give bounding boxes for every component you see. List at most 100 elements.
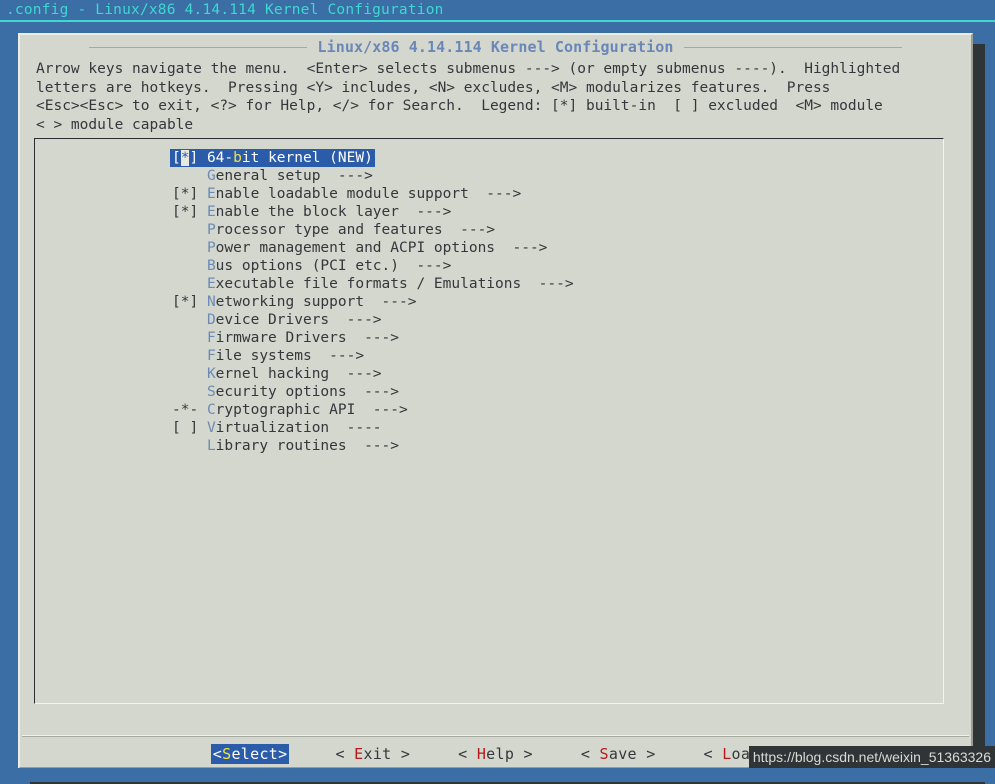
menu-item-gap [198,222,207,238]
menu-item[interactable]: -*- Cryptographic API ---> [170,401,410,419]
menu-line: Processor type and features ---> [170,221,576,239]
menu-item-gap [198,402,207,418]
menu-item[interactable]: Executable file formats / Emulations ---… [170,275,576,293]
button-hotkey: L [722,745,732,763]
menu-item-gap [198,348,207,364]
button-label: xit [363,745,392,763]
menu-item-label-pre: 64- [206,150,234,166]
menu-item[interactable]: Bus options (PCI etc.) ---> [170,257,453,275]
menu-item-gap [198,204,207,220]
menu-line: [*] 64-bit kernel (NEW) [170,149,576,167]
menuconfig-dialog: Linux/x86 4.14.114 Kernel Configuration … [18,33,973,770]
menu-item-marker [172,240,198,256]
title-rule-left [89,46,308,48]
button-hotkey: H [476,745,487,763]
menu-item-marker [172,348,198,364]
menu-item[interactable]: Processor type and features ---> [170,221,497,239]
menu-item-gap [198,384,207,400]
menu-item-marker: [*] [172,186,199,202]
button-label: elp [486,745,515,763]
menu-line: Security options ---> [170,383,576,401]
menu-item[interactable]: Kernel hacking ---> [170,365,384,383]
button-bracket-right: > [278,745,288,763]
button-bracket-right: > [636,745,656,763]
button-save[interactable]: < Save > [579,744,658,764]
button-bracket-left: < [703,745,723,763]
menu-item-hotkey: C [206,402,216,418]
menu-item-marker: [*] [172,204,199,220]
menu-item[interactable]: Device Drivers ---> [170,311,384,329]
button-help[interactable]: < Help > [456,744,535,764]
menu-item-hotkey: V [206,420,216,436]
menu-item-gap [198,420,207,436]
menu-line: [*] Networking support ---> [170,293,576,311]
menu-line: -*- Cryptographic API ---> [170,401,576,419]
menu-line: Executable file formats / Emulations ---… [170,275,576,293]
menu-line: Device Drivers ---> [170,311,576,329]
menu-item-hotkey: P [206,240,216,256]
menu-item-gap [198,438,207,454]
menu-item[interactable]: General setup ---> [170,167,375,185]
menu-item[interactable]: [*] Networking support ---> [170,293,418,311]
menu-item-marker [172,330,198,346]
menu-line: [*] Enable loadable module support ---> [170,185,576,203]
menu-item-label: nable loadable module support ---> [215,186,522,202]
menu-item-hotkey: S [206,384,216,400]
menu-item-marker [172,438,198,454]
menu-item-label: nable the block layer ---> [215,204,452,220]
menu-item[interactable]: Power management and ACPI options ---> [170,239,549,257]
menu-item-gap [198,330,207,346]
button-exit[interactable]: < Exit > [333,744,412,764]
button-bracket-left: < [458,745,477,763]
menu-item-label: us options (PCI etc.) ---> [215,258,452,274]
menu-item-label: ryptographic API ---> [215,402,408,418]
menu-item[interactable]: Firmware Drivers ---> [170,329,401,347]
button-bar-separator-dark [22,736,969,737]
menu-line: Firmware Drivers ---> [170,329,576,347]
button-bracket-right: > [514,745,533,763]
menu-item-marker: -*- [172,402,199,418]
menu-line: Library routines ---> [170,437,576,455]
menu-item-marker [172,384,198,400]
button-hotkey: S [599,745,609,763]
menu-line: [*] Enable the block layer ---> [170,203,576,221]
menu-item-gap [198,276,207,292]
menu-list-box[interactable]: [*] 64-bit kernel (NEW) General setup --… [34,138,944,704]
menu-item-hotkey: K [206,366,216,382]
menu-item-label: irtualization ---- [215,420,382,436]
menu-item[interactable]: [*] Enable the block layer ---> [170,203,453,221]
menu-line: Kernel hacking ---> [170,365,576,383]
menu-items-container: [*] 64-bit kernel (NEW) General setup --… [170,149,576,455]
menu-item-hotkey: E [206,186,216,202]
menu-item-gap [198,240,207,256]
menu-item-marker: [ ] [172,420,199,436]
menu-line: [ ] Virtualization ---- [170,419,576,437]
menu-item-gap [198,150,207,166]
menu-item-label: ile systems ---> [215,348,365,364]
menu-item-hotkey: F [206,330,216,346]
button-select[interactable]: <Select> [210,744,290,764]
menu-item-label: irmware Drivers ---> [215,330,399,346]
menu-item[interactable]: Security options ---> [170,383,401,401]
menu-item-gap [198,168,207,184]
menu-item[interactable]: [*] Enable loadable module support ---> [170,185,523,203]
menu-item[interactable]: [ ] Virtualization ---- [170,419,384,437]
menu-line: Power management and ACPI options ---> [170,239,576,257]
button-bracket-left: < [580,745,600,763]
menu-item-hotkey: P [206,222,216,238]
menu-item-label: ower management and ACPI options ---> [215,240,548,256]
menu-line: File systems ---> [170,347,576,365]
menu-item-marker-char: ] [189,150,199,166]
menu-item[interactable]: File systems ---> [170,347,366,365]
menu-item-selected[interactable]: [*] 64-bit kernel (NEW) [170,149,375,167]
menu-item-gap [198,186,207,202]
button-label: ave [608,745,637,763]
button-label: elect [231,745,279,763]
menu-item-hotkey: N [206,294,216,310]
menu-item-marker [172,366,198,382]
menu-item-marker: [*] [172,294,199,310]
menu-item-label: ibrary routines ---> [215,438,399,454]
menu-item-label: ernel hacking ---> [215,366,382,382]
menu-item-marker [172,168,198,184]
menu-item[interactable]: Library routines ---> [170,437,401,455]
